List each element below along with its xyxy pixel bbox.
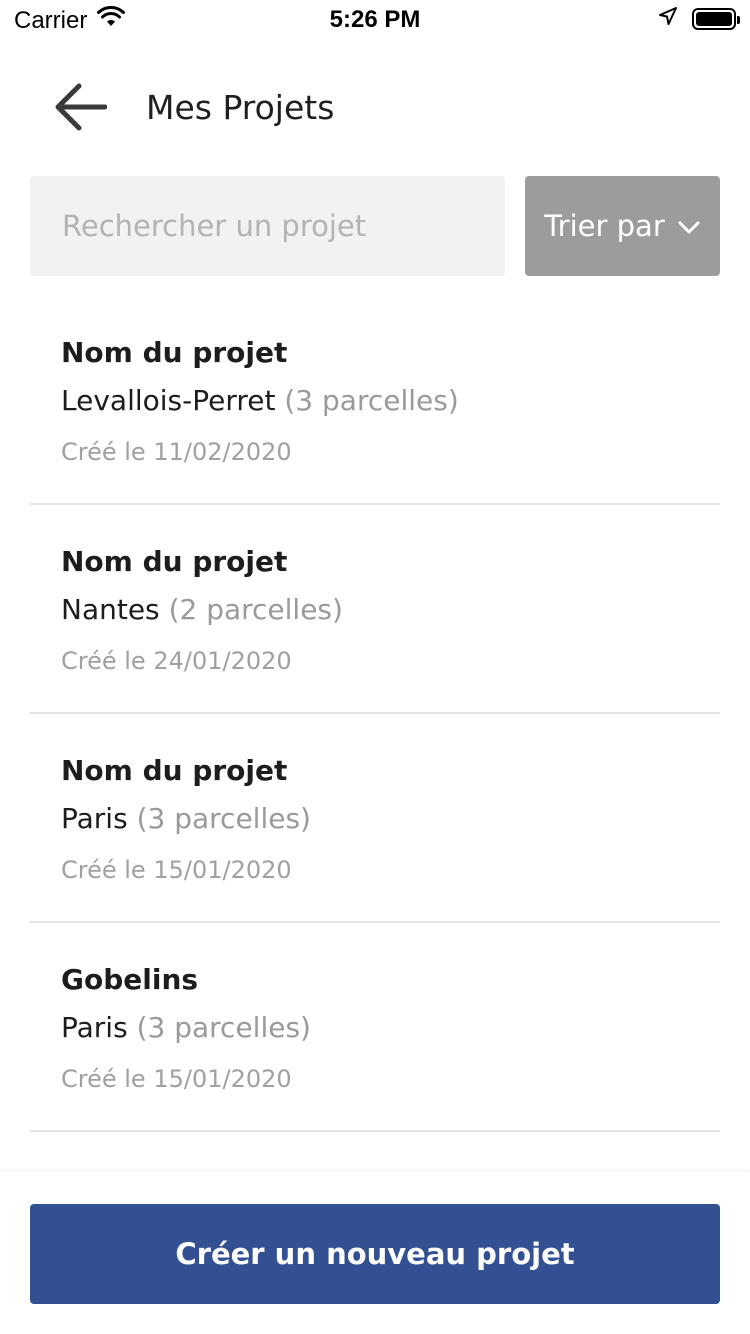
project-name: Nom du projet — [61, 336, 288, 369]
project-item[interactable]: Nom du projet Paris (3 parcelles) Créé l… — [30, 714, 720, 923]
project-parcels: (3 parcelles) — [284, 384, 459, 417]
battery-fill — [696, 11, 732, 26]
sort-button[interactable]: Trier par — [525, 176, 720, 276]
battery-cap — [737, 15, 740, 24]
project-city: Levallois-Perret — [61, 384, 276, 417]
project-item[interactable]: Gobelins Paris (3 parcelles) Créé le 15/… — [30, 923, 720, 1132]
project-date: Créé le 15/01/2020 — [61, 1065, 292, 1093]
status-right — [658, 6, 740, 31]
sort-button-label: Trier par — [544, 209, 665, 243]
project-date: Créé le 15/01/2020 — [61, 856, 292, 884]
status-bar: Carrier 5:26 PM — [0, 0, 750, 40]
project-date: Créé le 24/01/2020 — [61, 647, 292, 675]
project-name: Nom du projet — [61, 545, 288, 578]
project-list: Nom du projet Levallois-Perret (3 parcel… — [30, 296, 720, 1132]
bottom-bar: Créer un nouveau projet — [0, 1172, 750, 1334]
search-input[interactable] — [30, 176, 505, 276]
project-parcels: (2 parcelles) — [168, 593, 343, 626]
project-name: Gobelins — [61, 963, 199, 996]
create-project-button[interactable]: Créer un nouveau projet — [30, 1204, 720, 1304]
project-location: Nantes (2 parcelles) — [61, 593, 343, 626]
project-city: Nantes — [61, 593, 160, 626]
project-location: Levallois-Perret (3 parcelles) — [61, 384, 459, 417]
project-parcels: (3 parcelles) — [136, 1011, 311, 1044]
project-city: Paris — [61, 802, 128, 835]
status-time: 5:26 PM — [329, 6, 421, 33]
project-item[interactable]: Nom du projet Levallois-Perret (3 parcel… — [30, 296, 720, 505]
page-title: Mes Projets — [146, 88, 335, 127]
back-button[interactable] — [50, 82, 110, 136]
project-name: Nom du projet — [61, 754, 288, 787]
project-location: Paris (3 parcelles) — [61, 802, 311, 835]
project-parcels: (3 parcelles) — [136, 802, 311, 835]
screen: Carrier 5:26 PM Mes Projets Rechercher u… — [0, 0, 750, 1334]
location-arrow-icon — [658, 6, 678, 31]
project-date: Créé le 11/02/2020 — [61, 438, 292, 466]
project-location: Paris (3 parcelles) — [61, 1011, 311, 1044]
project-city: Paris — [61, 1011, 128, 1044]
battery-icon — [692, 7, 740, 30]
project-item[interactable]: Nom du projet Nantes (2 parcelles) Créé … — [30, 505, 720, 714]
arrow-left-icon — [53, 82, 108, 136]
header: Mes Projets — [0, 64, 750, 154]
chevron-down-icon — [677, 209, 701, 243]
